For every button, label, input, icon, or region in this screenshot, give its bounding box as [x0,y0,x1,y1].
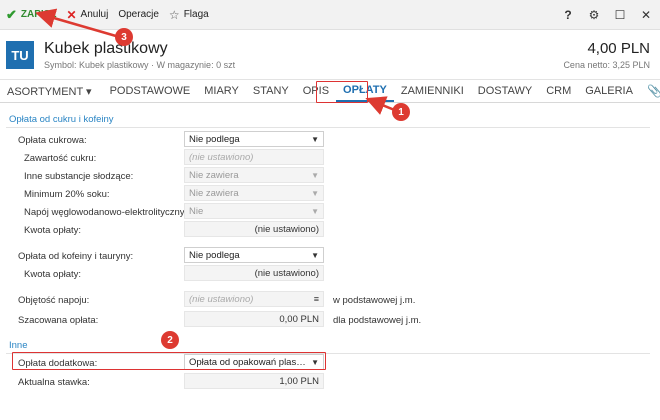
product-subtitle: Symbol: Kubek plastikowy · W magazynie: … [44,60,236,70]
chevron-down-icon: ▼ [311,206,319,216]
caffeine-fee-value: Nie podlega [189,249,240,261]
chevron-down-icon: ▼ [311,250,319,260]
window-controls: ? ⚙ ☐ ✕ [562,0,652,30]
tab-crm[interactable]: CRM [539,80,578,102]
avatar: TU [6,41,34,69]
tab-asortyment[interactable]: ASORTYMENT ▾ [0,80,99,102]
other-sweeteners-value: Nie zawiera [189,169,239,181]
other-sweeteners-label: Inne substancje słodzące: [24,171,134,182]
sugar-fee-value: Nie podlega [189,133,240,145]
min-juice-label: Minimum 20% soku: [24,189,110,200]
tab-miary[interactable]: MIARY [197,80,246,102]
save-button[interactable]: ✔ ZAPISZ [0,0,61,30]
fee-amount-2-value: (nie ustawiono) [254,267,319,279]
estimated-fee-field: 0,00 PLN [184,311,324,327]
operations-label: Operacje [118,9,159,20]
fee-amount-2-label: Kwota opłaty: [24,269,82,280]
product-price-net: Cena netto: 3,25 PLN [563,60,650,70]
tab-galeria[interactable]: GALERIA [578,80,640,102]
current-rate-field: 1,00 PLN [184,373,324,389]
tab-zamienniki[interactable]: ZAMIENNIKI [394,80,471,102]
fee-amount-2-value-field: (nie ustawiono) [184,265,324,281]
chevron-down-icon: ▼ [311,170,319,180]
annotation-badge-2: 2 [161,331,179,349]
toolbar: ✔ ZAPISZ ✕ Anuluj Operacje ☆ Flaga ? ⚙ ☐… [0,0,660,30]
save-label: ZAPISZ [20,9,57,20]
isotonic-value: Nie [189,205,204,217]
operations-button[interactable]: Operacje [113,0,164,30]
sugar-content-input[interactable]: (nie ustawiono) [184,149,324,165]
volume-placeholder: (nie ustawiono) [189,293,254,305]
isotonic-label: Napój węglowodanowo-elektrolityczny: [24,207,188,218]
flag-button[interactable]: ☆ Flaga [164,0,214,30]
flag-label: Flaga [183,9,209,20]
sugar-content-placeholder: (nie ustawiono) [189,151,254,163]
star-icon: ☆ [168,7,180,22]
current-rate-value: 1,00 PLN [279,375,319,387]
isotonic-select[interactable]: Nie ▼ [184,203,324,219]
estimated-fee-unit: dla podstawowej j.m. [333,315,422,326]
volume-unit: w podstawowej j.m. [333,295,416,306]
close-icon: ✕ [66,7,77,22]
cancel-button[interactable]: ✕ Anuluj [61,0,113,30]
estimated-fee-value: 0,00 PLN [279,313,319,325]
highlight-additional-fee [12,352,326,370]
tab-stany[interactable]: STANY [246,80,296,102]
caffeine-fee-select[interactable]: Nie podlega ▼ [184,247,324,263]
section-title-sugar-caffeine: Opłata od cukru i kofeiny [9,114,114,125]
min-juice-value: Nie zawiera [189,187,239,199]
chevron-down-icon: ▼ [311,134,319,144]
highlight-tab-oplaty [316,81,368,103]
fee-amount-1-value: (nie ustawiono) [254,223,319,235]
product-price: 4,00 PLN [587,40,650,57]
sugar-fee-label: Opłata cukrowa: [18,135,87,146]
cancel-label: Anuluj [80,9,109,20]
min-juice-select[interactable]: Nie zawiera ▼ [184,185,324,201]
current-rate-label: Aktualna stawka: [18,377,90,388]
menu-icon[interactable]: ≡ [314,294,319,304]
fee-amount-1-label: Kwota opłaty: [24,225,82,236]
volume-label: Objętość napoju: [18,295,90,306]
volume-input[interactable]: (nie ustawiono) ≡ [184,291,324,307]
estimated-fee-label: Szacowana opłata: [18,315,99,326]
close-window-icon[interactable]: ✕ [640,8,652,22]
annotation-badge-1: 1 [392,103,410,121]
fee-amount-1-value-field: (nie ustawiono) [184,221,324,237]
product-header: TU Kubek plastikowy Symbol: Kubek plasti… [0,31,660,77]
caffeine-fee-label: Opłata od kofeiny i tauryny: [18,251,134,262]
gear-icon[interactable]: ⚙ [588,8,600,22]
checkmark-icon: ✔ [6,6,17,22]
fees-form: Opłata od cukru i kofeiny Opłata cukrowa… [0,104,660,420]
section-divider [6,127,650,128]
section-title-other: Inne [9,340,28,351]
sugar-content-label: Zawartość cukru: [24,153,97,164]
chevron-down-icon: ▼ [311,188,319,198]
sugar-fee-select[interactable]: Nie podlega ▼ [184,131,324,147]
tab-podstawowe[interactable]: PODSTAWOWE [103,80,198,102]
tab-attachments[interactable]: 📎 [640,80,660,102]
tab-dostawy[interactable]: DOSTAWY [471,80,539,102]
maximize-icon[interactable]: ☐ [614,8,626,22]
paperclip-icon: 📎 [646,84,660,98]
help-icon[interactable]: ? [562,8,574,22]
page-title: Kubek plastikowy [44,40,168,57]
other-sweeteners-select[interactable]: Nie zawiera ▼ [184,167,324,183]
annotation-badge-3: 3 [115,28,133,46]
